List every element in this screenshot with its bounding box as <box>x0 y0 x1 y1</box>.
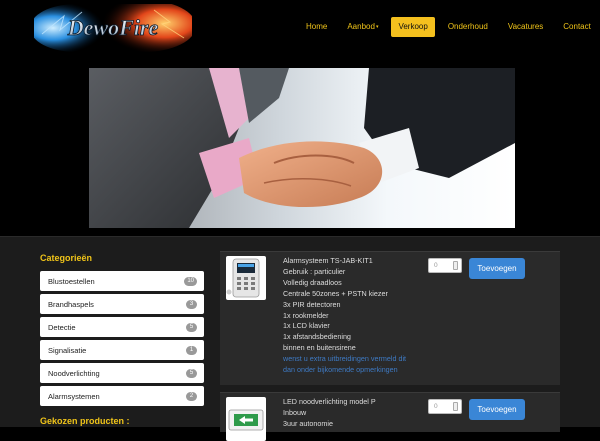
top-bar: DewoFire Home Aanbod▾ Verkoop Onderhoud … <box>0 0 600 56</box>
add-to-selection-button[interactable]: Toevoegen <box>469 399 525 420</box>
hero-band <box>0 56 600 236</box>
nav-verkoop-label: Verkoop <box>398 22 428 31</box>
category-count-badge: 5 <box>186 368 197 378</box>
category-label: Detectie <box>48 322 76 332</box>
product-line: 1x LCD klavier <box>283 321 330 331</box>
product-note: wenst u extra uitbreidingen vermeld dit … <box>283 354 407 375</box>
emergency-exit-sign-icon[interactable] <box>226 397 266 441</box>
number-spinner-icon[interactable] <box>453 261 458 270</box>
quantity-value: 0 <box>434 403 438 410</box>
nav-aanbod[interactable]: Aanbod▾ <box>337 17 388 37</box>
category-label: Signalisatie <box>48 345 87 355</box>
category-label: Blustoestellen <box>48 276 95 286</box>
product-title: Alarmsysteem TS-JAB-KIT1 <box>283 256 373 265</box>
product-card: LED noodverlichting model P Inbouw 3uur … <box>220 392 560 441</box>
product-line: Inbouw <box>283 407 307 417</box>
product-title: LED noodverlichting model P <box>283 397 376 406</box>
nav-verkoop[interactable]: Verkoop <box>391 17 435 37</box>
quantity-value: 0 <box>434 262 438 269</box>
product-description: LED noodverlichting model P Inbouw 3uur … <box>283 397 417 430</box>
product-line: Gebruik : particulier <box>283 266 346 276</box>
dewofire-logo[interactable]: DewoFire <box>30 0 196 52</box>
category-count-badge: 10 <box>184 276 197 286</box>
product-line: binnen en buitensirene <box>283 343 356 353</box>
nav-vacatures[interactable]: Vacatures <box>498 17 553 37</box>
nav-onderhoud-label: Onderhoud <box>447 22 488 31</box>
add-to-selection-button[interactable]: Toevoegen <box>469 258 525 279</box>
category-list: Blustoestellen 10 Brandhaspels 3 Detectie 5… <box>40 271 204 409</box>
nav-home[interactable]: Home <box>296 17 337 37</box>
nav-contact[interactable]: Contact <box>553 17 600 37</box>
category-item-alarmsystemen[interactable]: Alarmsystemen 2 <box>40 386 204 406</box>
chevron-down-icon: ▾ <box>375 24 379 30</box>
main-nav: Home Aanbod▾ Verkoop Onderhoud Vacatures… <box>296 17 600 37</box>
category-count-badge: 2 <box>186 391 197 401</box>
quantity-input[interactable]: 0 <box>428 399 462 414</box>
product-description: Alarmsysteem TS-JAB-KIT1 Gebruik : parti… <box>283 256 417 376</box>
product-line: 3uur autonomie <box>283 418 333 428</box>
product-line: 1x afstandsbediening <box>283 332 351 342</box>
selected-products-title: Gekozen producten : <box>40 416 130 426</box>
product-line: Volledig draadloos <box>283 277 342 287</box>
product-card: Alarmsysteem TS-JAB-KIT1 Gebruik : parti… <box>220 251 560 385</box>
logo-wordmark: DewoFire <box>67 15 159 40</box>
nav-contact-label: Contact <box>563 22 591 31</box>
category-count-badge: 5 <box>186 322 197 332</box>
nav-home-label: Home <box>306 22 328 31</box>
hero-image-handshake <box>89 68 515 228</box>
product-line: 3x PIR detectoren <box>283 299 341 309</box>
number-spinner-icon[interactable] <box>453 402 458 411</box>
main-content: Categorieën Blustoestellen 10 Brandhaspel… <box>0 236 600 441</box>
product-line: Centrale 50zones + PSTN kiezer <box>283 288 388 298</box>
category-label: Noodverlichting <box>48 368 100 378</box>
category-item-blustoestellen[interactable]: Blustoestellen 10 <box>40 271 204 291</box>
category-label: Brandhaspels <box>48 299 94 309</box>
categories-title: Categorieën <box>40 253 93 263</box>
category-count-badge: 1 <box>186 345 197 355</box>
category-item-noodverlichting[interactable]: Noodverlichting 5 <box>40 363 204 383</box>
category-label: Alarmsystemen <box>48 391 100 401</box>
category-item-brandhaspels[interactable]: Brandhaspels 3 <box>40 294 204 314</box>
nav-onderhoud[interactable]: Onderhoud <box>438 17 498 37</box>
category-item-signalisatie[interactable]: Signalisatie 1 <box>40 340 204 360</box>
quantity-input[interactable]: 0 <box>428 258 462 273</box>
category-item-detectie[interactable]: Detectie 5 <box>40 317 204 337</box>
nav-aanbod-label: Aanbod <box>347 22 375 32</box>
alarm-panel-icon[interactable] <box>226 256 266 300</box>
nav-vacatures-label: Vacatures <box>507 22 544 31</box>
category-count-badge: 3 <box>186 299 197 309</box>
product-line: 1x rookmelder <box>283 310 329 320</box>
